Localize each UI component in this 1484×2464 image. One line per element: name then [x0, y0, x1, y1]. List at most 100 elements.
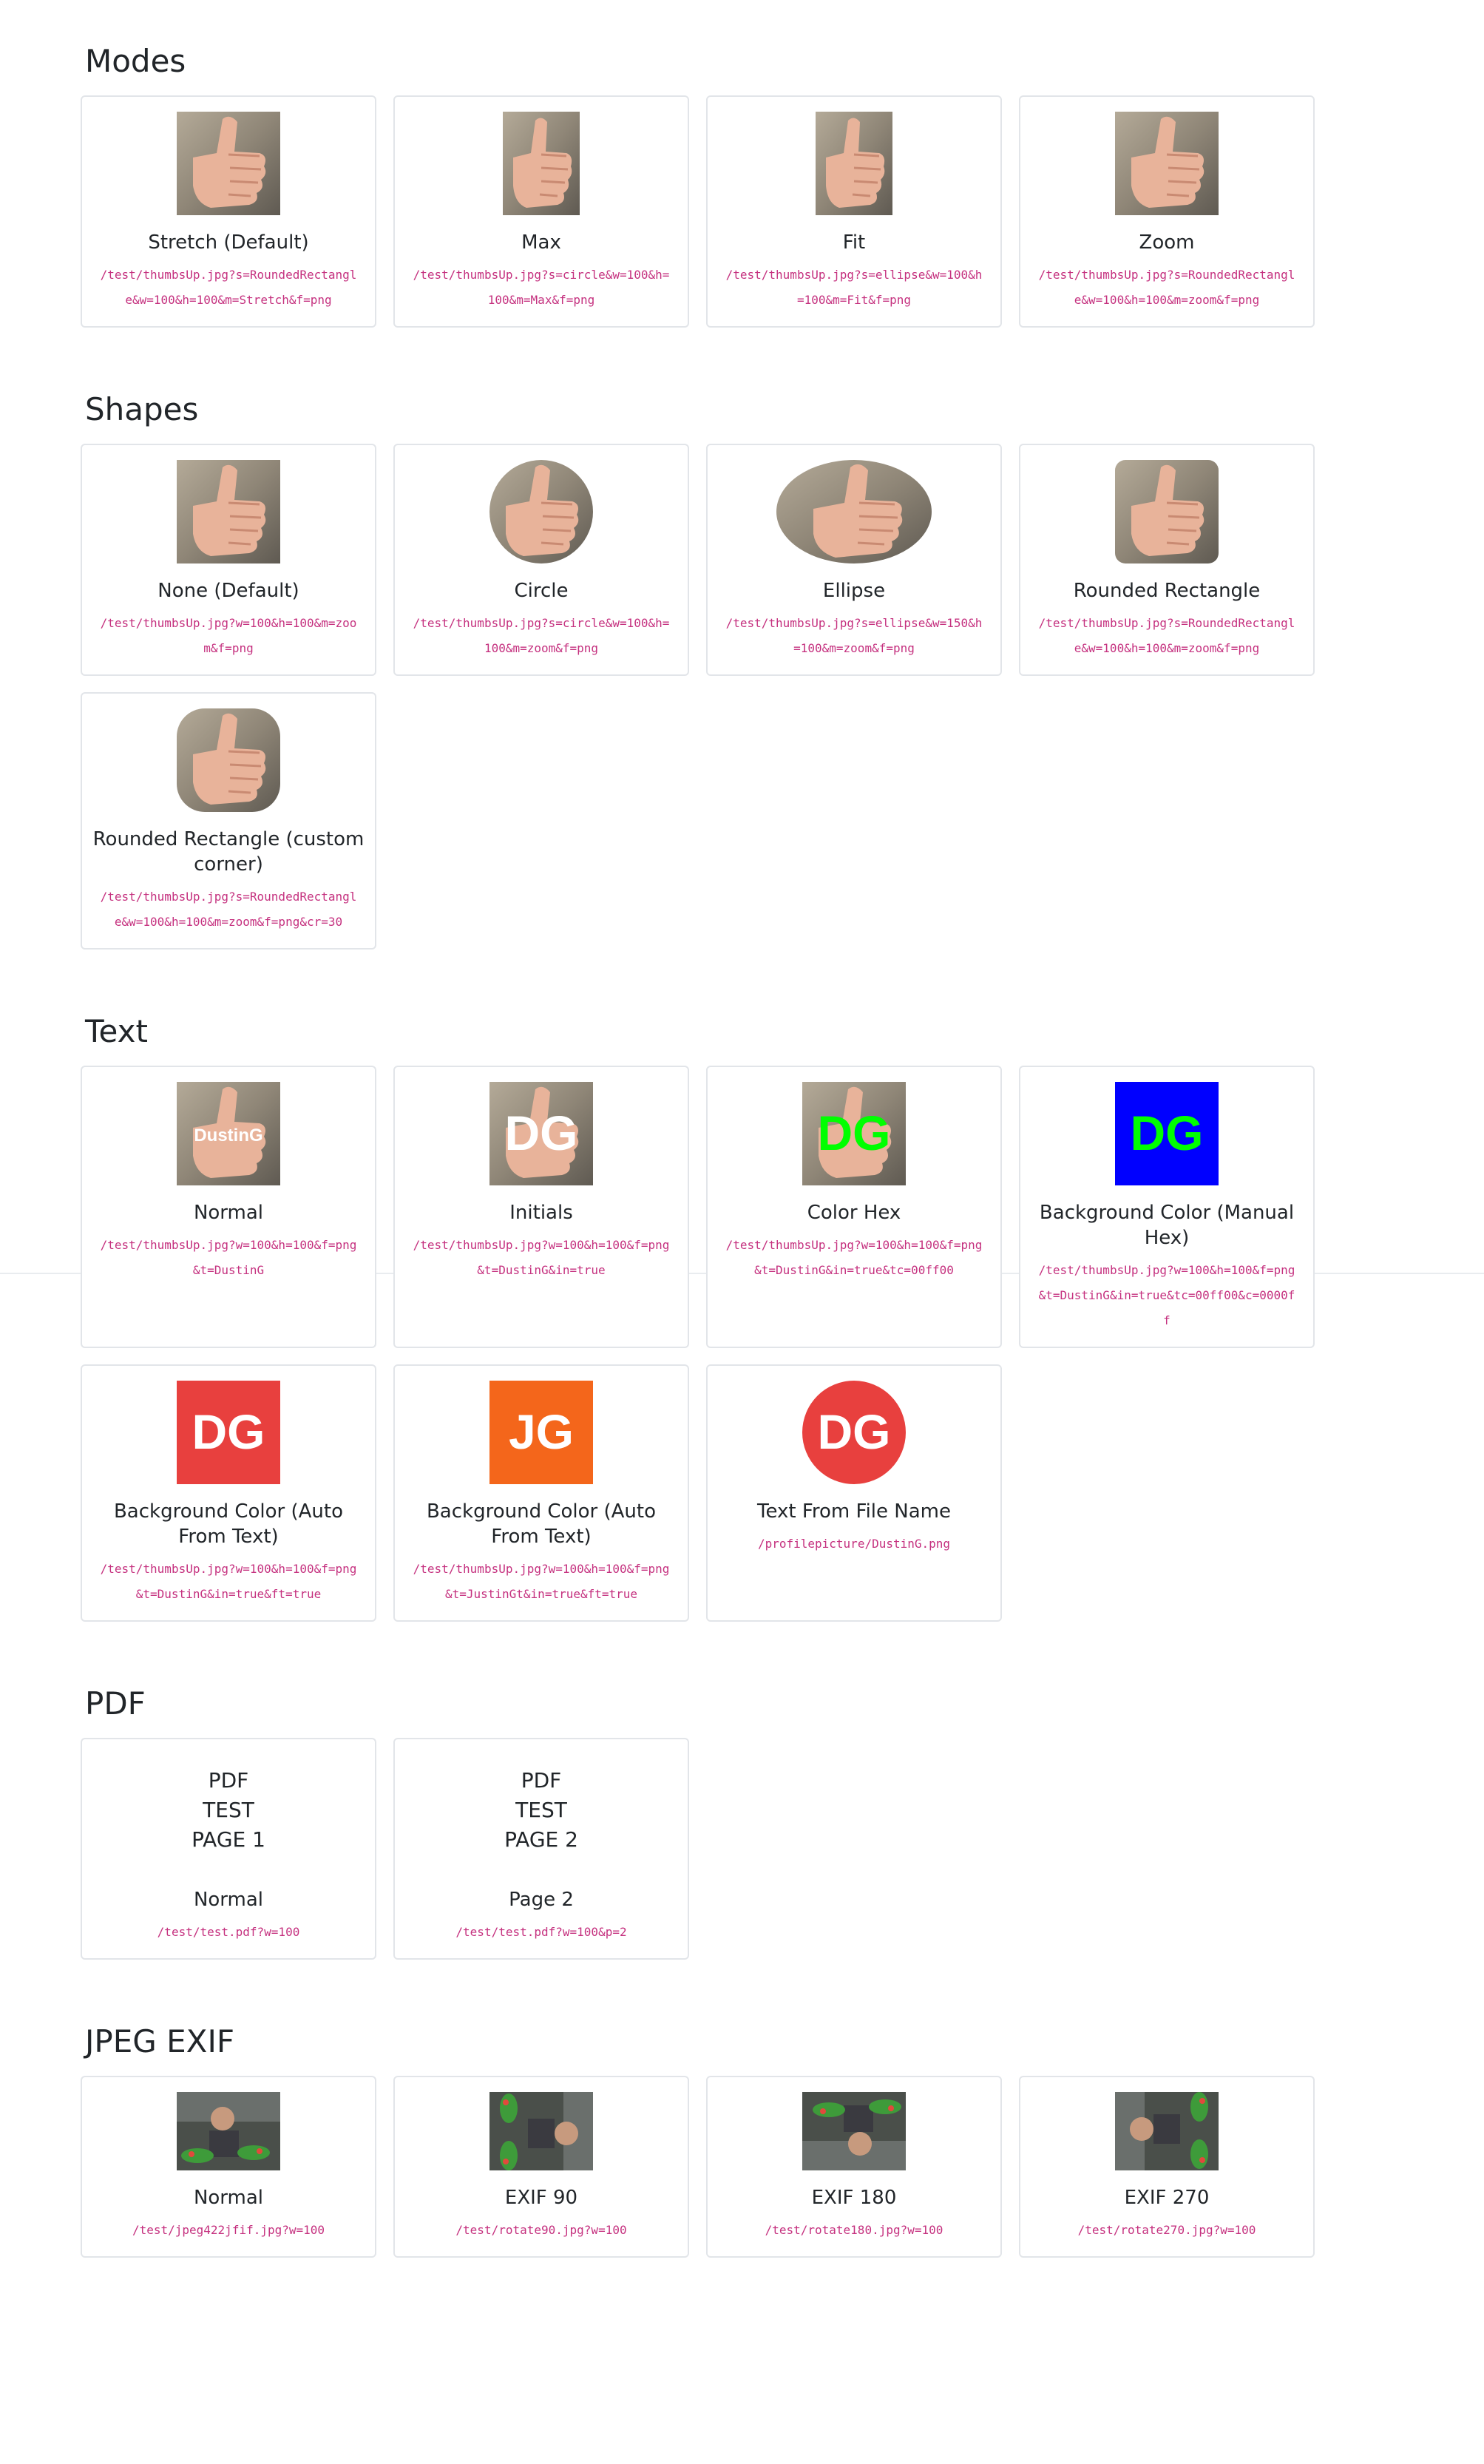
text-overlay-image: DG	[177, 1381, 280, 1484]
shape-card-rounded-rectangle-custom: Rounded Rectangle (custom corner) /test/…	[81, 692, 376, 950]
card-url: /test/thumbsUp.jpg?w=100&h=100&f=png&t=D…	[413, 1238, 670, 1277]
card-url: /test/thumbsUp.jpg?w=100&h=100&f=png&t=D…	[100, 1562, 357, 1601]
text-overlay-image: DG	[489, 1082, 593, 1185]
mode-card-max: Max /test/thumbsUp.jpg?s=circle&w=100&h=…	[393, 95, 689, 328]
thumbs-up-image	[489, 460, 593, 563]
overlay-text: DustinG	[194, 1126, 262, 1145]
overlay-text: DG	[192, 1404, 265, 1459]
card-url: /test/thumbsUp.jpg?s=RoundedRectangle&w=…	[1038, 268, 1295, 307]
pdf-card-normal: PDF TEST PAGE 1 Normal /test/test.pdf?w=…	[81, 1738, 376, 1960]
photo-image	[489, 2092, 593, 2170]
pdf-grid: PDF TEST PAGE 1 Normal /test/test.pdf?w=…	[81, 1738, 1315, 1960]
card-url: /test/thumbsUp.jpg?s=circle&w=100&h=100&…	[413, 616, 670, 655]
card-label: EXIF 180	[811, 2187, 897, 2209]
card-label: Background Color (Manual Hex)	[1039, 1202, 1295, 1249]
mode-card-fit: Fit /test/thumbsUp.jpg?s=ellipse&w=100&h…	[706, 95, 1002, 328]
pdf-card-page-2: PDF TEST PAGE 2 Page 2 /test/test.pdf?w=…	[393, 1738, 689, 1960]
card-url: /test/thumbsUp.jpg?s=ellipse&w=100&h=100…	[725, 268, 983, 307]
card-label: Stretch (Default)	[148, 231, 309, 254]
text-card-normal: DustinG Normal /test/thumbsUp.jpg?w=100&…	[81, 1066, 376, 1348]
mode-card-stretch: Stretch (Default) /test/thumbsUp.jpg?s=R…	[81, 95, 376, 328]
photo-image	[1115, 2092, 1219, 2170]
photo-image	[802, 2092, 906, 2170]
exif-card-270: EXIF 270 /test/rotate270.jpg?w=100	[1019, 2076, 1315, 2258]
text-overlay-image: JG	[489, 1381, 593, 1484]
thumbs-up-image	[1115, 112, 1219, 215]
overlay-text: DG	[1131, 1106, 1204, 1160]
card-url: /test/thumbsUp.jpg?s=RoundedRectangle&w=…	[1038, 616, 1295, 655]
card-url: /test/thumbsUp.jpg?s=RoundedRectangle&w=…	[100, 268, 357, 307]
card-label: Circle	[514, 580, 569, 602]
section-title-shapes: Shapes	[85, 391, 199, 427]
section-pdf: PDF PDF TEST PAGE 1 Normal /test/test.pd…	[81, 1683, 1315, 1960]
card-url: /test/rotate180.jpg?w=100	[765, 2223, 943, 2237]
card-label: Text From File Name	[756, 1500, 951, 1523]
card-label: Fit	[842, 231, 866, 254]
shape-card-circle: Circle /test/thumbsUp.jpg?s=circle&w=100…	[393, 444, 689, 676]
card-url: /test/rotate90.jpg?w=100	[455, 2223, 627, 2237]
thumbs-up-image	[177, 460, 280, 563]
pdf-line: TEST	[515, 1798, 567, 1822]
section-jpeg-exif: JPEG EXIF Normal /test/jpeg422jfif.jpg?w…	[81, 2021, 1315, 2258]
mode-card-zoom: Zoom /test/thumbsUp.jpg?s=RoundedRectang…	[1019, 95, 1315, 328]
card-url: /test/test.pdf?w=100&p=2	[455, 1925, 627, 1939]
text-card-background-auto-jg: JG Background Color (Auto From Text) /te…	[393, 1364, 689, 1622]
text-card-background-auto: DG Background Color (Auto From Text) /te…	[81, 1364, 376, 1622]
section-title-pdf: PDF	[85, 1685, 146, 1722]
exif-card-180: EXIF 180 /test/rotate180.jpg?w=100	[706, 2076, 1002, 2258]
section-shapes: Shapes None (Default) /test/thumbsUp.jpg…	[81, 389, 1315, 950]
text-grid: DustinG Normal /test/thumbsUp.jpg?w=100&…	[81, 1066, 1315, 1622]
card-label: EXIF 90	[504, 2187, 578, 2209]
overlay-text: DG	[818, 1404, 891, 1459]
card-url: /test/jpeg422jfif.jpg?w=100	[132, 2223, 325, 2237]
text-card-initials: DG Initials /test/thumbsUp.jpg?w=100&h=1…	[393, 1066, 689, 1348]
thumbs-up-image	[776, 460, 932, 563]
card-label: Rounded Rectangle	[1073, 580, 1261, 602]
thumbs-up-image	[177, 708, 280, 812]
test-page: Modes Stretch (Default) /test/thumbsUp.j…	[81, 41, 1315, 2319]
section-title-modes: Modes	[85, 43, 186, 79]
card-url: /test/thumbsUp.jpg?w=100&h=100&f=png&t=J…	[413, 1562, 670, 1601]
pdf-page-preview: PDF TEST PAGE 1	[177, 1766, 280, 1855]
card-label: Color Hex	[807, 1202, 901, 1224]
text-card-color-hex: DG Color Hex /test/thumbsUp.jpg?w=100&h=…	[706, 1066, 1002, 1348]
pdf-page-preview: PDF TEST PAGE 2	[489, 1766, 593, 1855]
card-label: Initials	[509, 1202, 573, 1224]
card-url: /test/test.pdf?w=100	[157, 1925, 300, 1939]
card-label: Page 2	[509, 1889, 574, 1911]
card-url: /test/thumbsUp.jpg?w=100&h=100&f=png&t=D…	[100, 1238, 357, 1277]
overlay-text: DG	[505, 1106, 578, 1160]
modes-grid: Stretch (Default) /test/thumbsUp.jpg?s=R…	[81, 95, 1315, 328]
text-overlay-image: DG	[1115, 1082, 1219, 1185]
thumbs-up-image	[177, 112, 280, 215]
section-title-text: Text	[85, 1013, 148, 1049]
section-title-jpeg-exif: JPEG EXIF	[85, 2023, 235, 2059]
pdf-line: PDF	[521, 1768, 562, 1793]
card-url: /test/thumbsUp.jpg?s=circle&w=100&h=100&…	[413, 268, 670, 307]
card-label: Max	[521, 231, 561, 254]
text-overlay-image: DustinG	[177, 1082, 280, 1185]
card-url: /test/thumbsUp.jpg?w=100&h=100&m=zoom&f=…	[100, 616, 357, 655]
pdf-line: TEST	[203, 1798, 254, 1822]
overlay-text: JG	[509, 1404, 574, 1459]
card-label: Rounded Rectangle (custom corner)	[92, 828, 365, 876]
exif-card-normal: Normal /test/jpeg422jfif.jpg?w=100	[81, 2076, 376, 2258]
card-label: Normal	[193, 1202, 264, 1224]
card-url: /profilepicture/DustinG.png	[757, 1537, 951, 1551]
card-url: /test/thumbsUp.jpg?w=100&h=100&f=png&t=D…	[1038, 1263, 1295, 1327]
text-overlay-image: DG	[802, 1381, 906, 1484]
shape-card-rounded-rectangle: Rounded Rectangle /test/thumbsUp.jpg?s=R…	[1019, 444, 1315, 676]
shape-card-none: None (Default) /test/thumbsUp.jpg?w=100&…	[81, 444, 376, 676]
exif-grid: Normal /test/jpeg422jfif.jpg?w=100 EXIF …	[81, 2076, 1315, 2258]
overlay-text: DG	[818, 1106, 891, 1160]
card-label: Normal	[193, 1889, 264, 1911]
card-label: Ellipse	[822, 580, 886, 602]
photo-image	[177, 2092, 280, 2170]
shape-card-ellipse: Ellipse /test/thumbsUp.jpg?s=ellipse&w=1…	[706, 444, 1002, 676]
card-url: /test/thumbsUp.jpg?s=ellipse&w=150&h=100…	[725, 616, 983, 655]
pdf-line: PAGE 1	[192, 1827, 265, 1852]
thumbs-up-image	[1115, 460, 1219, 563]
text-card-file-name: DG Text From File Name /profilepicture/D…	[706, 1364, 1002, 1622]
card-label: EXIF 270	[1124, 2187, 1210, 2209]
section-text: Text DustinG Normal /test/thumbsUp.jpg?w…	[81, 1011, 1315, 1622]
